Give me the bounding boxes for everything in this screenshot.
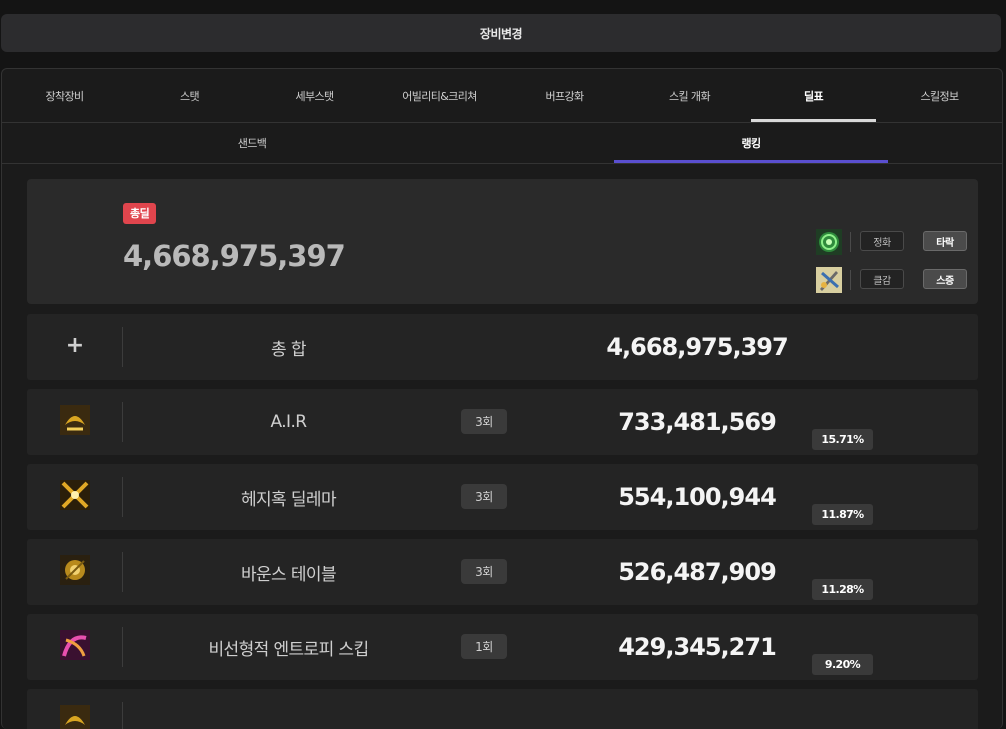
tab-label: 스탯 [179,89,200,103]
tab-label: 장착장비 [45,89,84,103]
total-damage-badge: 총딜 [123,203,157,224]
tab-label: 스킬 개화 [669,89,711,103]
damage-share-badge: 9.20% [812,654,873,675]
skill-damage: 554,100,944 [618,483,777,511]
plus-icon[interactable]: + [60,330,90,360]
tab-detail-stats[interactable]: 세부스탯 [252,69,377,122]
bounce-skill-icon [60,555,90,585]
tab-label: 버프강화 [545,89,584,103]
damage-share-badge: 15.71% [812,429,873,450]
damage-share-badge: 11.28% [812,579,873,600]
skill-row: 바운스 테이블 3회 526,487,909 11.28% [27,539,978,605]
tab-ranking[interactable]: 랭킹 [614,123,888,163]
skill-row: 헤지혹 딜레마 3회 554,100,944 11.87% [27,464,978,530]
total-damage-value: 4,668,975,397 [123,239,346,273]
tab-label: 스킬정보 [920,89,959,103]
row-divider [122,627,123,667]
tab-skill-info[interactable]: 스킬정보 [877,69,1002,122]
tab-label: 세부스탯 [295,89,334,103]
total-sum-label: 총 합 [271,339,306,360]
hit-count-badge: 3회 [461,559,507,584]
row-divider [122,477,123,517]
skill-name: 헤지혹 딜레마 [240,489,337,510]
crit-reduce-button[interactable]: 클감 [860,269,904,289]
option-divider [850,232,851,252]
skill-damage: 733,481,569 [618,408,777,436]
total-sum-damage: 4,668,975,397 [606,333,788,361]
option-divider [850,270,851,290]
purify-button[interactable]: 정화 [860,231,904,251]
skill-row: A.I.R 3회 733,481,569 15.71% [27,389,978,455]
row-divider [122,552,123,592]
air-skill-icon [60,405,90,435]
total-sum-row: + 총 합 4,668,975,397 [27,314,978,380]
row-divider [122,327,123,367]
skill-name: 비선형적 엔트로피 스킵 [208,639,369,660]
tab-skill-bloom[interactable]: 스킬 개화 [627,69,752,122]
total-damage-summary: 총딜 4,668,975,397 정화 타락 클감 스증 [27,179,978,304]
tab-equipment[interactable]: 장착장비 [2,69,127,122]
corruption-button[interactable]: 타락 [923,231,967,251]
sub-tab-bar: 샌드백 랭킹 [2,123,1002,164]
row-divider [122,702,123,729]
tab-damage-table[interactable]: 딜표 [751,69,876,122]
skill-row: 비선형적 엔트로피 스킵 1회 429,345,271 9.20% [27,614,978,680]
equipment-change-button[interactable]: 장비변경 [1,14,1001,52]
skill-name: 바운스 테이블 [240,564,337,585]
hit-count-badge: 3회 [461,484,507,509]
equipment-change-label: 장비변경 [479,26,523,41]
skill-damage: 429,345,271 [618,633,777,661]
main-tab-bar: 장착장비 스탯 세부스탯 어빌리티&크리쳐 버프강화 스킬 개화 딜표 스킬정보 [2,69,1002,123]
skill-weapon-icon [816,267,842,293]
skill-boost-button[interactable]: 스증 [923,269,967,289]
skill-name: A.I.R [270,412,308,432]
green-swirl-icon [816,229,842,255]
row-divider [122,402,123,442]
sub-tab-label: 랭킹 [741,137,761,150]
skill-damage: 526,487,909 [618,558,777,586]
skill-row-partial [27,689,978,729]
tab-label: 딜표 [803,89,824,103]
tab-label: 어빌리티&크리쳐 [402,89,477,103]
tab-stats[interactable]: 스탯 [127,69,252,122]
entropy-skill-icon [60,630,90,660]
sub-tab-label: 샌드백 [237,137,267,150]
purify-option-row: 정화 타락 [816,229,971,255]
hedgehog-skill-icon [60,480,90,510]
main-panel: 장착장비 스탯 세부스탯 어빌리티&크리쳐 버프강화 스킬 개화 딜표 스킬정보… [1,68,1003,729]
hit-count-badge: 1회 [461,634,507,659]
hit-count-badge: 3회 [461,409,507,434]
air-skill-icon [60,705,90,729]
crit-option-row: 클감 스증 [816,267,971,293]
damage-share-badge: 11.87% [812,504,873,525]
tab-ability-creature[interactable]: 어빌리티&크리쳐 [377,69,502,122]
tab-buff-enhance[interactable]: 버프강화 [502,69,627,122]
tab-sandbag[interactable]: 샌드백 [102,123,402,163]
